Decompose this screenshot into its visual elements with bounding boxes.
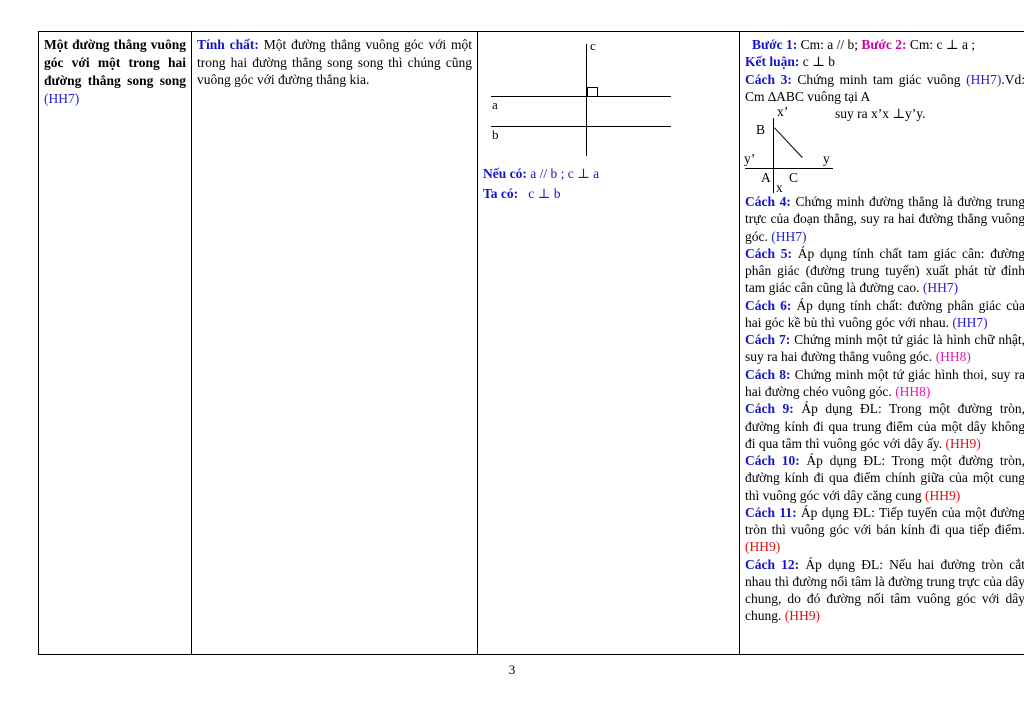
property-paragraph: Tính chất: Một đường thẳng vuông góc với…: [197, 36, 472, 89]
line-c-segment: [586, 44, 587, 156]
method-code: (HH7): [771, 228, 807, 244]
method-cach-10: Cách 10: Áp dụng ĐL: Trong một đường trò…: [745, 452, 1024, 504]
axis-xprime-x: [773, 118, 774, 194]
step1-label: Bước 1:: [752, 37, 798, 52]
label-b: b: [492, 127, 499, 142]
result-value: c ⊥ b: [528, 185, 561, 201]
method-label: Cách 10:: [745, 453, 800, 469]
result-label: Ta có:: [483, 185, 519, 201]
given-value: a // b ; c ⊥ a: [530, 166, 600, 181]
label-x-prime: x’: [777, 104, 789, 120]
cell-figure: c a b Nếu có: a // b ; c ⊥ a Ta có: c ⊥ …: [477, 31, 740, 655]
label-C: C: [789, 170, 799, 186]
method-code: (HH8): [935, 349, 971, 365]
method-label: Cách 3:: [745, 71, 792, 87]
label-y: y: [823, 151, 830, 167]
right-angle-icon: [587, 87, 598, 97]
method-label: Cách 4:: [745, 194, 791, 210]
table-row: Một đường thẳng vuông góc với một trong …: [38, 31, 1024, 655]
method-cach-5: Cách 5: Áp dụng tính chất tam giác cân: …: [745, 245, 1024, 297]
step1-text: Cm: a // b;: [797, 37, 858, 52]
conclusion-text: c ⊥ b: [799, 54, 835, 70]
line-b-segment: [491, 126, 671, 127]
label-A: A: [761, 170, 771, 186]
cell-topic: Một đường thẳng vuông góc với một trong …: [38, 31, 192, 655]
method-code: (HH9): [924, 487, 961, 503]
method-cach-3: Cách 3: Chứng minh tam giác vuông (HH7).…: [745, 71, 1024, 106]
method-cach-7: Cách 7: Chứng minh một tứ giác là hình c…: [745, 331, 1024, 366]
figure-statements: Nếu có: a // b ; c ⊥ a Ta có: c ⊥ b: [483, 164, 734, 203]
method-cach-6: Cách 6: Áp dụng tính chất: đường phân gi…: [745, 297, 1024, 332]
step2-text: Cm: c ⊥ a ;: [906, 37, 976, 52]
label-y-prime: y’: [744, 151, 756, 167]
property-label: Tính chất:: [197, 37, 259, 52]
topic-code: (HH7): [44, 90, 80, 106]
label-B: B: [756, 122, 766, 138]
method-code: (HH9): [745, 539, 781, 555]
figure-wrapper: c a b Nếu có: a // b ; c ⊥ a Ta có: c ⊥ …: [483, 38, 734, 652]
method-cach-12: Cách 12: Áp dụng ĐL: Nếu hai đường tròn …: [745, 556, 1024, 625]
cell-methods: Bước 1: Cm: a // b; Bước 2: Cm: c ⊥ a ; …: [739, 31, 1024, 655]
conclusion-line: Kết luận: c ⊥ b: [745, 53, 1024, 70]
document-page: Một đường thẳng vuông góc với một trong …: [0, 0, 1024, 724]
steps-line: Bước 1: Cm: a // b; Bước 2: Cm: c ⊥ a ;: [745, 36, 1024, 53]
method-label: Cách 5:: [745, 245, 793, 261]
method-label: Cách 9:: [745, 401, 794, 417]
method-label: Cách 11:: [745, 504, 797, 520]
content-table: Một đường thẳng vuông góc với một trong …: [38, 31, 1024, 655]
method-code: (HH8): [895, 383, 931, 399]
line-a-segment: [491, 96, 671, 97]
given-line: Nếu có: a // b ; c ⊥ a: [483, 164, 734, 184]
label-c: c: [590, 38, 596, 53]
method-cach-8: Cách 8: Chứng minh một tứ giác hình thoi…: [745, 366, 1024, 401]
method-label: Cách 7:: [745, 332, 791, 348]
method-code: (HH9): [945, 435, 981, 451]
step2-label: Bước 2:: [861, 37, 907, 52]
topic-title: Một đường thẳng vuông góc với một trong …: [44, 37, 186, 88]
label-x: x: [776, 180, 783, 196]
label-a: a: [492, 97, 498, 112]
cell-property: Tính chất: Một đường thẳng vuông góc với…: [191, 31, 478, 655]
method-code: (HH7): [922, 280, 959, 296]
conclusion-label: Kết luận:: [745, 54, 800, 70]
method-code: (HH7): [952, 314, 988, 330]
method-label: Cách 8:: [745, 366, 791, 382]
method-code: (HH9): [784, 608, 820, 624]
method-cach-11: Cách 11: Áp dụng ĐL: Tiếp tuyến của một …: [745, 504, 1024, 556]
method-label: Cách 6:: [745, 297, 792, 313]
method-text: Chứng minh tam giác vuông: [791, 71, 967, 87]
triangle-diagram: suy ra x’x ⊥y’y. x’ B y’ y A C x: [744, 104, 1017, 196]
parallel-lines-diagram: c a b: [483, 38, 723, 156]
result-line: Ta có: c ⊥ b: [483, 184, 734, 204]
method-cach-9: Cách 9: Áp dụng ĐL: Trong một đường tròn…: [745, 400, 1024, 452]
method-cach-4: Cách 4: Chứng minh đường thẳng là đường …: [745, 193, 1024, 245]
segment-BC: [774, 127, 803, 159]
page-number: 3: [508, 662, 516, 677]
given-label: Nếu có:: [483, 166, 527, 181]
method-label: Cách 12:: [745, 556, 800, 572]
triangle-note: suy ra x’x ⊥y’y.: [835, 106, 926, 122]
method-code: (HH7): [966, 71, 1002, 87]
